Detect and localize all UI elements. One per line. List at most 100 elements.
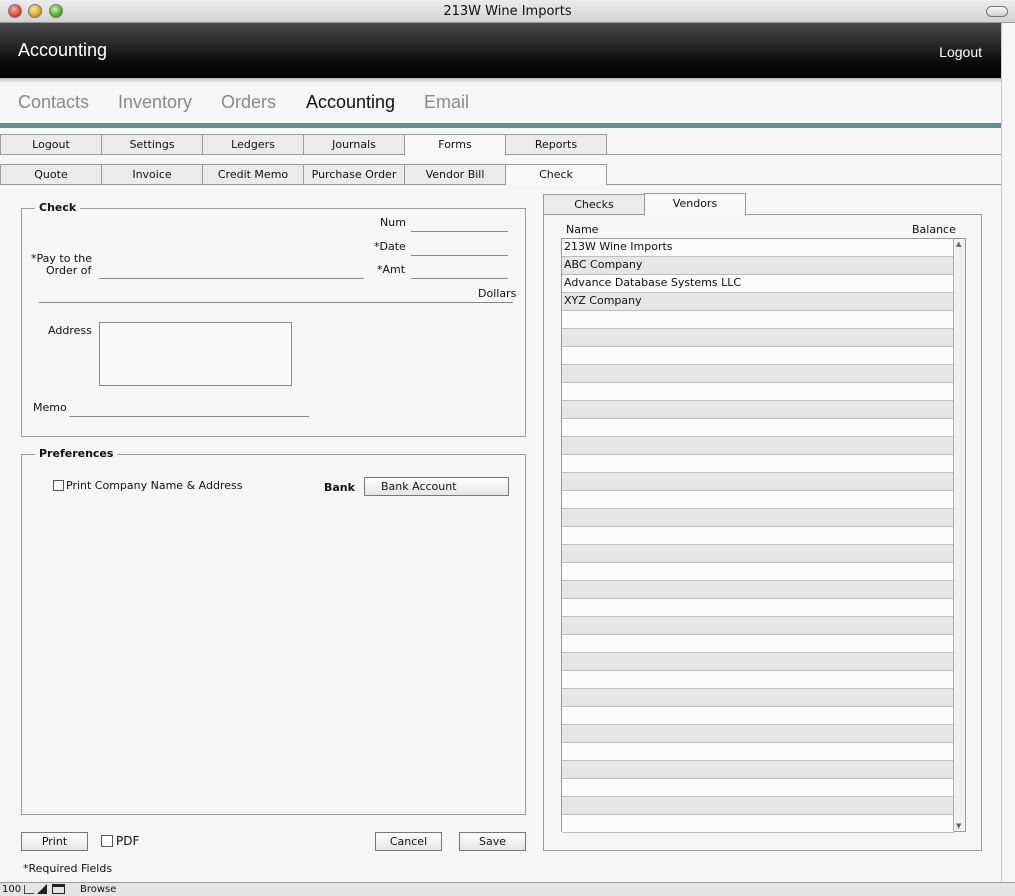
list-item[interactable]: [562, 401, 954, 419]
toolbar-toggle-button[interactable]: [986, 6, 1008, 17]
list-item[interactable]: ABC Company: [562, 257, 954, 275]
column-name-header: Name: [566, 223, 599, 236]
tab-forms[interactable]: Forms: [404, 134, 506, 156]
window-edge: [1001, 23, 1015, 883]
list-item[interactable]: [562, 599, 954, 617]
tab-logout[interactable]: Logout: [0, 134, 102, 155]
list-item[interactable]: [562, 617, 954, 635]
date-field[interactable]: [411, 255, 508, 256]
list-item[interactable]: 213W Wine Imports: [562, 239, 954, 257]
check-legend: Check: [35, 201, 81, 214]
tab-purchase-order[interactable]: Purchase Order: [303, 164, 405, 185]
list-item[interactable]: [562, 707, 954, 725]
vendors-panel-top-border-left: [543, 214, 645, 215]
pdf-checkbox[interactable]: [101, 835, 113, 847]
zoom-level[interactable]: 100: [2, 884, 21, 895]
required-fields-note: *Required Fields: [23, 862, 113, 875]
num-field[interactable]: [411, 231, 508, 232]
vendor-name: ABC Company: [564, 258, 643, 271]
save-button[interactable]: Save: [459, 832, 526, 851]
nav-inventory[interactable]: Inventory: [118, 92, 192, 113]
nav-email[interactable]: Email: [424, 92, 469, 113]
cancel-button[interactable]: Cancel: [375, 832, 442, 851]
tab-credit-memo[interactable]: Credit Memo: [202, 164, 304, 185]
list-item[interactable]: [562, 473, 954, 491]
form-tabs: Quote Invoice Credit Memo Purchase Order…: [0, 164, 1001, 186]
nav-orders[interactable]: Orders: [221, 92, 276, 113]
memo-field[interactable]: [69, 416, 309, 417]
list-item[interactable]: [562, 743, 954, 761]
address-textarea[interactable]: [99, 322, 292, 386]
date-label: *Date: [374, 240, 406, 253]
amount-words-field[interactable]: [39, 302, 513, 303]
pay-to-field[interactable]: [99, 278, 364, 279]
list-item[interactable]: [562, 761, 954, 779]
list-item[interactable]: [562, 797, 954, 815]
list-item[interactable]: [562, 437, 954, 455]
list-item[interactable]: XYZ Company: [562, 293, 954, 311]
list-item[interactable]: [562, 635, 954, 653]
list-item[interactable]: [562, 365, 954, 383]
nav-accounting[interactable]: Accounting: [306, 92, 395, 113]
list-item[interactable]: [562, 779, 954, 797]
memo-label: Memo: [33, 401, 67, 414]
list-item[interactable]: [562, 653, 954, 671]
tab-quote[interactable]: Quote: [0, 164, 102, 185]
status-toggle-icon[interactable]: [52, 884, 65, 894]
address-label: Address: [48, 324, 92, 337]
preferences-legend: Preferences: [35, 447, 118, 460]
list-item[interactable]: [562, 581, 954, 599]
vendors-panel-top-border: [745, 214, 982, 215]
list-item[interactable]: [562, 815, 954, 833]
mode-indicator: Browse: [80, 884, 117, 895]
page-title: Accounting: [18, 40, 108, 60]
tab-settings[interactable]: Settings: [101, 134, 203, 155]
tab-ledgers[interactable]: Ledgers: [202, 134, 304, 155]
scroll-up-arrow-icon[interactable]: ▲: [956, 240, 961, 248]
vendors-scrollbar[interactable]: ▲ ▼: [953, 239, 965, 831]
list-item[interactable]: [562, 545, 954, 563]
nav-contacts[interactable]: Contacts: [18, 92, 89, 113]
list-item[interactable]: [562, 455, 954, 473]
list-item[interactable]: [562, 725, 954, 743]
bank-account-button[interactable]: Bank Account: [364, 477, 509, 496]
zoom-in-icon[interactable]: [37, 884, 47, 894]
tab-invoice[interactable]: Invoice: [101, 164, 203, 185]
list-item[interactable]: [562, 491, 954, 509]
list-item[interactable]: [562, 509, 954, 527]
zoom-out-icon[interactable]: [24, 885, 34, 894]
list-item[interactable]: [562, 347, 954, 365]
list-item[interactable]: [562, 311, 954, 329]
window-title-bar: 213W Wine Imports: [0, 0, 1015, 23]
print-button[interactable]: Print: [21, 832, 88, 851]
nav-divider: [0, 123, 1001, 128]
vendor-name: 213W Wine Imports: [564, 240, 673, 253]
scroll-down-arrow-icon[interactable]: ▼: [956, 822, 961, 830]
header-shadow: [0, 78, 1001, 83]
header-logout-link[interactable]: Logout: [939, 44, 982, 60]
vendor-name: Advance Database Systems LLC: [564, 276, 742, 289]
list-item[interactable]: [562, 689, 954, 707]
list-item[interactable]: [562, 671, 954, 689]
pdf-label: PDF: [116, 834, 140, 848]
vendors-list[interactable]: 213W Wine Imports ABC Company Advance Da…: [561, 238, 966, 833]
print-company-label: Print Company Name & Address: [66, 479, 243, 492]
app-header: Accounting Logout: [0, 23, 1001, 78]
print-company-checkbox[interactable]: [53, 480, 64, 491]
tab-vendors[interactable]: Vendors: [644, 193, 746, 216]
vendor-name: XYZ Company: [564, 294, 642, 307]
list-item[interactable]: [562, 329, 954, 347]
amount-field[interactable]: [411, 278, 508, 279]
tab-checks[interactable]: Checks: [543, 194, 645, 215]
list-item[interactable]: [562, 527, 954, 545]
window-title: 213W Wine Imports: [443, 4, 572, 19]
list-item[interactable]: [562, 419, 954, 437]
bank-label: Bank: [324, 481, 355, 494]
tab-check[interactable]: Check: [505, 164, 607, 186]
list-item[interactable]: [562, 383, 954, 401]
tab-vendor-bill[interactable]: Vendor Bill: [404, 164, 506, 185]
list-item[interactable]: Advance Database Systems LLC: [562, 275, 954, 293]
tab-reports[interactable]: Reports: [505, 134, 607, 155]
list-item[interactable]: [562, 563, 954, 581]
tab-journals[interactable]: Journals: [303, 134, 405, 155]
